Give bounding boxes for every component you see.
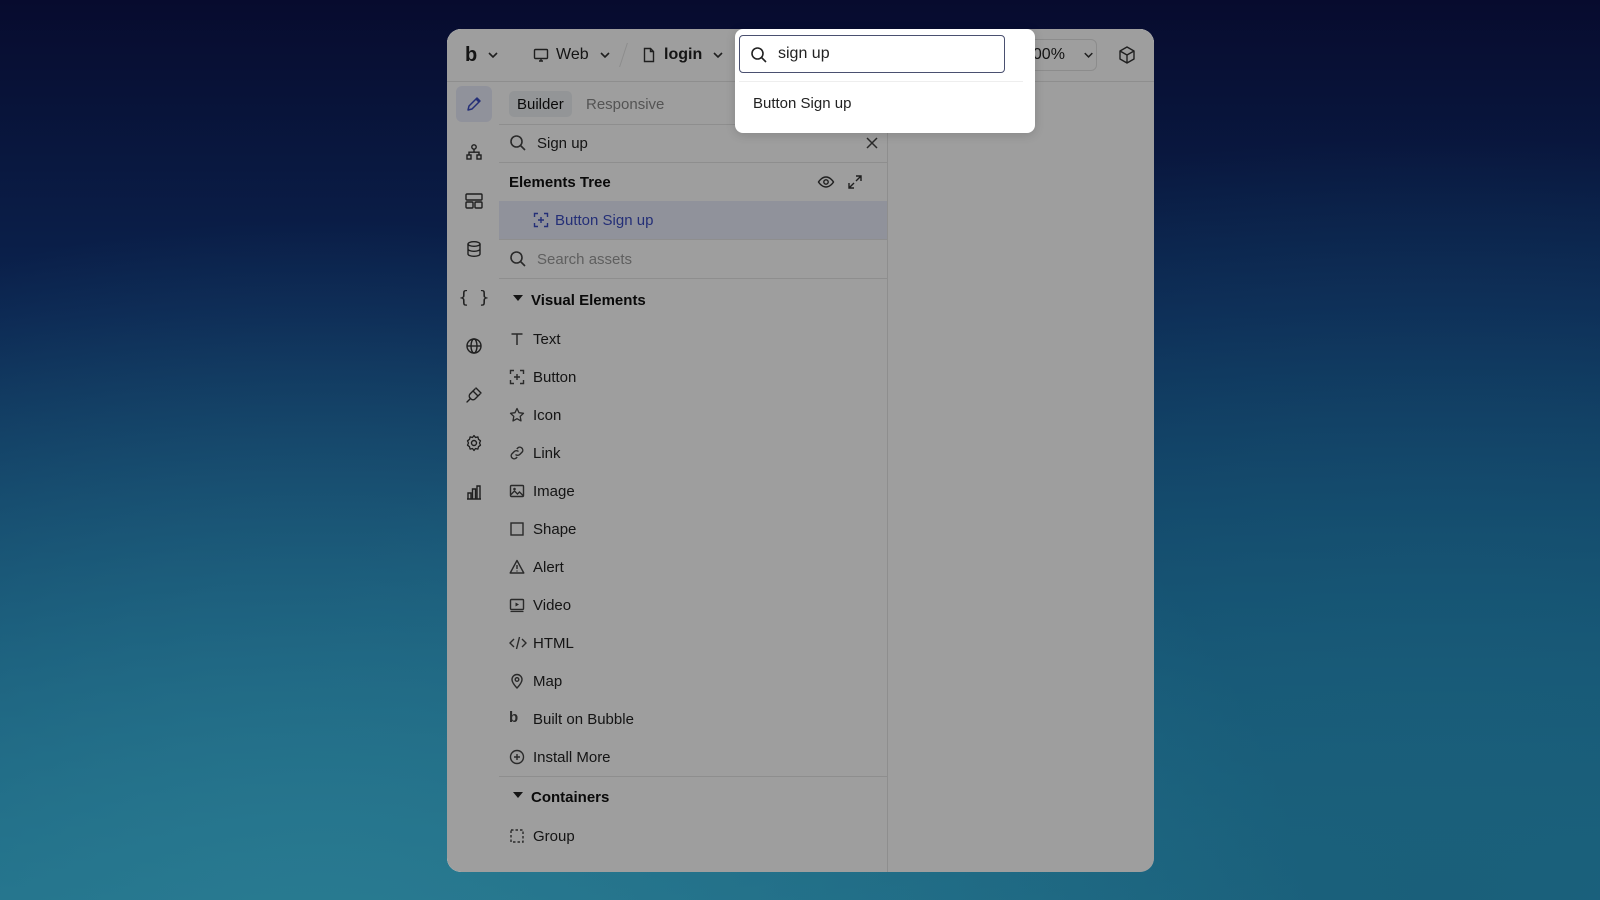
- element-search-popup-field[interactable]: [739, 35, 1005, 73]
- element-search-popup: Button Sign up: [735, 29, 1035, 133]
- editor-window: b Web login 100% {} Builder Responsive …: [447, 29, 1154, 872]
- element-search-popup-input[interactable]: [778, 42, 988, 66]
- search-result-item[interactable]: Button Sign up: [739, 81, 1023, 125]
- search-icon: [751, 47, 767, 63]
- modal-dim-overlay[interactable]: [447, 29, 1154, 872]
